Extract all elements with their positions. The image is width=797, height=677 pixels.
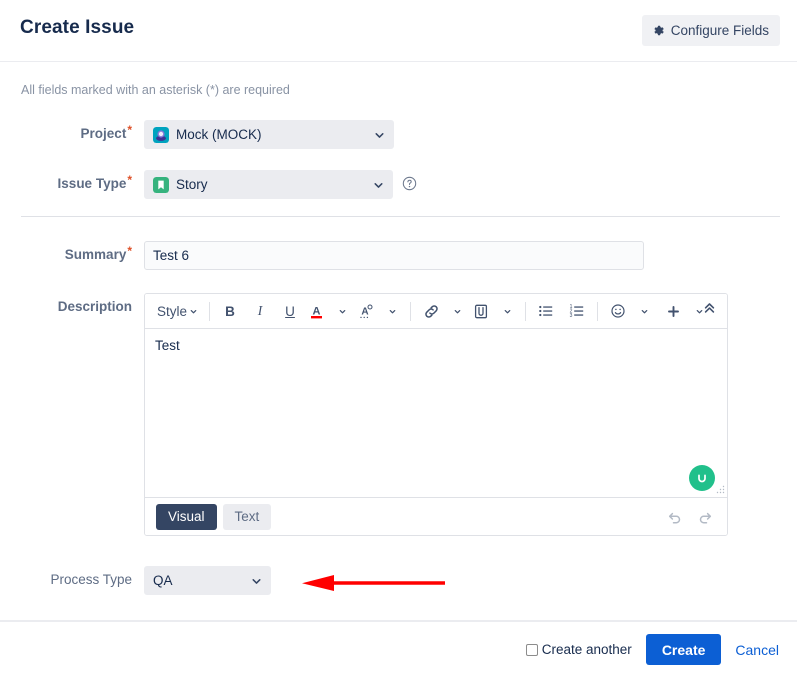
project-select[interactable]: Mock (MOCK) <box>144 120 394 149</box>
attachment-button[interactable] <box>469 299 493 323</box>
bulleted-list-button[interactable] <box>534 299 558 323</box>
redo-icon[interactable] <box>697 509 713 525</box>
required-asterisk: * <box>127 244 132 258</box>
create-another-checkbox-group[interactable]: Create another <box>525 642 632 657</box>
underline-button[interactable]: U <box>278 299 302 323</box>
chevron-down-icon <box>339 309 345 313</box>
process-type-value: QA <box>153 573 173 588</box>
issue-type-field-row: Issue Type* Story <box>0 170 417 199</box>
help-icon[interactable] <box>402 176 417 191</box>
toolbar-separator <box>525 301 527 321</box>
project-label: Project* <box>80 123 132 141</box>
configure-fields-label: Configure Fields <box>670 23 769 38</box>
chevron-down-icon <box>374 182 383 188</box>
clear-formatting-dropdown[interactable] <box>380 299 402 323</box>
description-rich-text-editor: Style B I U A A 1 2 3 Test Visual Text <box>144 293 728 536</box>
bold-button[interactable]: B <box>218 299 242 323</box>
svg-text:A: A <box>361 306 368 317</box>
configure-fields-button[interactable]: Configure Fields <box>641 15 780 46</box>
emoji-icon <box>610 303 626 319</box>
link-button[interactable] <box>419 299 443 323</box>
text-color-dropdown[interactable] <box>330 299 352 323</box>
insert-more-button[interactable] <box>661 299 685 323</box>
issue-type-value: Story <box>176 177 208 192</box>
cancel-link[interactable]: Cancel <box>735 642 779 658</box>
summary-field-row: Summary* <box>0 241 644 270</box>
header-divider <box>0 61 797 62</box>
chevron-up-double-icon <box>704 303 715 313</box>
style-label: Style <box>157 303 188 319</box>
chevron-down-icon <box>190 309 197 313</box>
underline-icon: U <box>285 303 295 319</box>
text-color-icon: A <box>309 303 324 320</box>
chevron-down-icon <box>389 309 395 313</box>
issue-type-label: Issue Type* <box>57 173 132 191</box>
dialog-footer: Create another Create Cancel <box>0 622 797 677</box>
project-value: Mock (MOCK) <box>176 127 262 142</box>
toolbar-separator <box>410 301 412 321</box>
description-text-area[interactable]: Test <box>145 329 727 497</box>
editor-tab-text[interactable]: Text <box>222 503 272 530</box>
issue-type-select[interactable]: Story <box>144 170 393 199</box>
summary-input[interactable] <box>144 241 644 270</box>
italic-button[interactable]: I <box>244 299 276 323</box>
help-chat-bubble-icon[interactable] <box>689 465 715 491</box>
editor-toolbar: Style B I U A A 1 2 3 <box>145 294 727 329</box>
description-field-row: Description Style B I U A A 1 2 3 Test V… <box>0 293 728 536</box>
text-color-button[interactable]: A <box>304 299 328 323</box>
emoji-dropdown[interactable] <box>632 299 654 323</box>
chevron-down-icon <box>641 309 647 313</box>
undo-redo-group <box>667 509 713 525</box>
bulleted-list-icon <box>538 303 554 319</box>
process-type-select[interactable]: QA <box>144 566 271 595</box>
chevron-down-icon <box>454 309 460 313</box>
required-fields-note: All fields marked with an asterisk (*) a… <box>21 83 290 97</box>
gear-icon <box>652 24 665 37</box>
required-asterisk: * <box>127 173 132 187</box>
bold-icon: B <box>225 303 235 319</box>
story-type-icon <box>153 176 176 193</box>
description-body-text: Test <box>155 338 180 353</box>
undo-icon[interactable] <box>667 509 683 525</box>
plus-icon <box>666 304 681 319</box>
editor-tab-visual[interactable]: Visual <box>156 503 217 530</box>
process-type-field-row: Process Type QA <box>0 566 271 595</box>
create-another-checkbox[interactable] <box>525 643 538 656</box>
editor-mode-bar: Visual Text <box>145 497 727 535</box>
page-header: Create Issue Configure Fields <box>0 0 797 61</box>
description-label: Description <box>57 299 132 314</box>
numbered-list-icon: 1 2 3 <box>569 303 585 319</box>
editor-tab-text-label: Text <box>234 509 260 524</box>
create-another-label: Create another <box>541 642 632 657</box>
link-icon <box>423 303 440 320</box>
annotation-arrow-icon <box>302 575 445 591</box>
link-dropdown[interactable] <box>445 299 467 323</box>
summary-label: Summary* <box>64 244 132 262</box>
page-title: Create Issue <box>20 17 135 38</box>
clear-formatting-button[interactable]: A <box>354 299 378 323</box>
italic-icon: I <box>257 303 263 318</box>
project-field-row: Project* Mock (MOCK) <box>0 120 394 149</box>
clear-formatting-icon: A <box>358 303 374 320</box>
required-asterisk: * <box>127 123 132 137</box>
section-divider <box>21 216 780 217</box>
toolbar-separator <box>597 301 599 321</box>
paperclip-icon <box>473 303 489 320</box>
process-type-label: Process Type <box>50 572 132 587</box>
numbered-list-button[interactable]: 1 2 3 <box>565 299 589 323</box>
chevron-down-icon <box>252 578 261 584</box>
editor-tab-visual-label: Visual <box>168 509 205 524</box>
toolbar-separator <box>209 301 211 321</box>
collapse-toolbar-button[interactable] <box>702 301 717 321</box>
emoji-button[interactable] <box>606 299 630 323</box>
chevron-down-icon <box>504 309 510 313</box>
svg-text:A: A <box>312 305 320 317</box>
resize-handle[interactable] <box>715 485 725 495</box>
project-avatar-icon <box>153 126 176 143</box>
style-dropdown[interactable]: Style <box>154 299 201 323</box>
chevron-down-icon <box>375 132 384 138</box>
attachment-dropdown[interactable] <box>495 299 517 323</box>
create-button[interactable]: Create <box>645 634 722 665</box>
svg-text:3: 3 <box>570 313 573 319</box>
